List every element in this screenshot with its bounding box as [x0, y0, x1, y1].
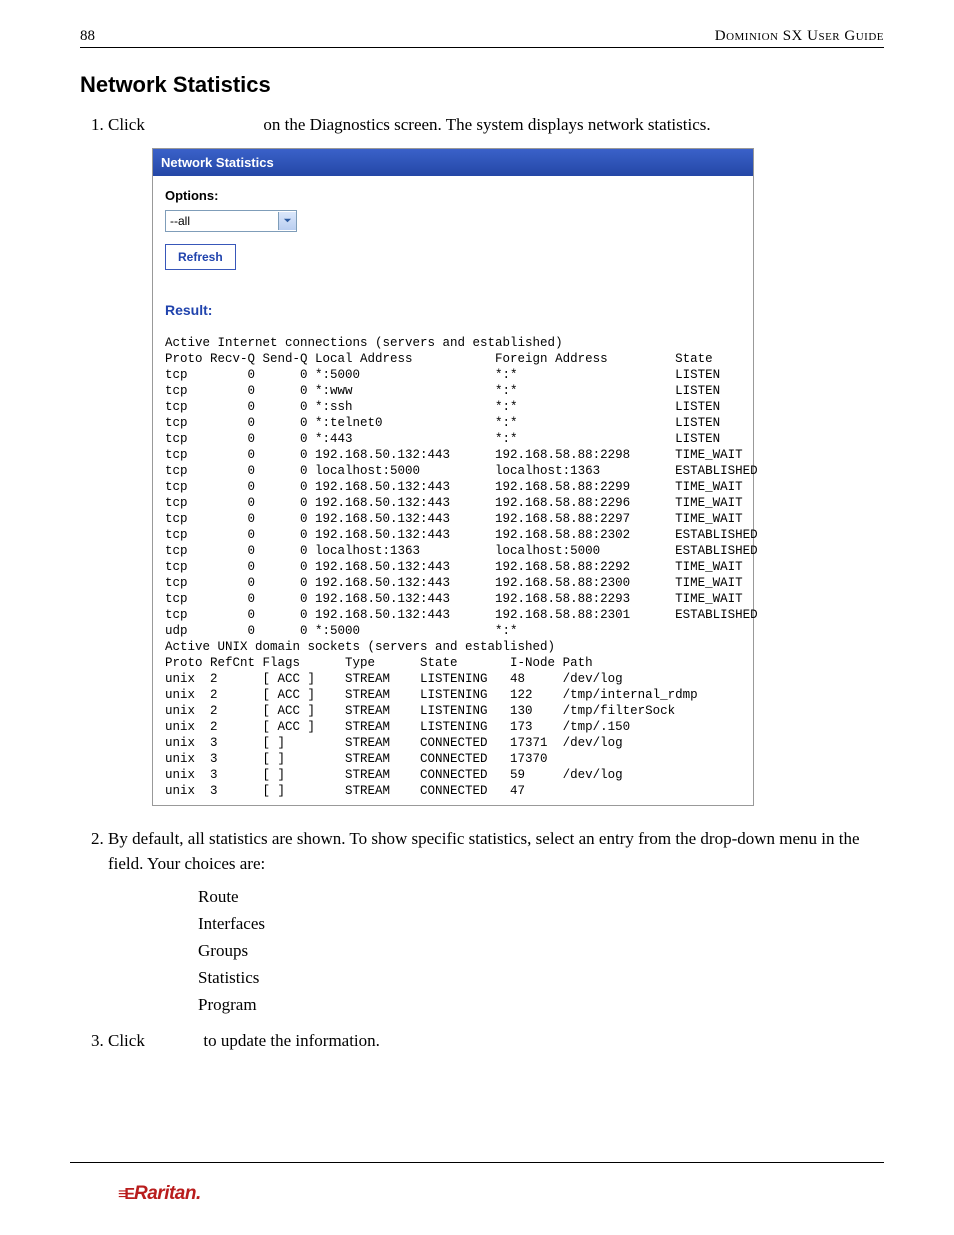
page-header: 88 Dominion SX User Guide	[80, 28, 884, 48]
refresh-button[interactable]: Refresh	[165, 244, 236, 270]
step-3: Click to update the information.	[108, 1028, 884, 1054]
network-statistics-panel: Network Statistics Options: --all Refres…	[152, 148, 754, 806]
step-3-text: to update the information.	[203, 1031, 380, 1050]
section-title: Network Statistics	[80, 72, 884, 98]
panel-title: Network Statistics	[153, 149, 753, 177]
brand-logo: ≡ERaritan.	[118, 1183, 201, 1205]
step-3-click: Click	[108, 1031, 145, 1050]
step-1-text: on the Diagnostics screen. The system di…	[263, 115, 710, 134]
step-1-click: Click	[108, 115, 145, 134]
step-2: By default, all statistics are shown. To…	[108, 826, 884, 1019]
step-2-text-a: By default, all statistics are shown. To…	[108, 829, 860, 848]
brand-name: Raritan.	[134, 1183, 201, 1204]
options-dropdown-value: --all	[166, 212, 278, 230]
options-label: Options:	[165, 186, 741, 206]
choice-item: Route	[198, 883, 884, 910]
chevron-down-icon	[278, 212, 296, 230]
page-number: 88	[80, 28, 95, 45]
options-dropdown[interactable]: --all	[165, 210, 297, 232]
options-choice-list: RouteInterfacesGroupsStatisticsProgram	[198, 883, 884, 1019]
choice-item: Groups	[198, 937, 884, 964]
result-label: Result:	[165, 300, 741, 321]
choice-item: Statistics	[198, 964, 884, 991]
choice-item: Program	[198, 991, 884, 1018]
step-1: Click on the Diagnostics screen. The sys…	[108, 112, 884, 806]
guide-title: Dominion SX User Guide	[715, 28, 884, 45]
netstat-output: Active Internet connections (servers and…	[165, 335, 741, 799]
choice-item: Interfaces	[198, 910, 884, 937]
step-2-text-b: field. Your choices are:	[108, 854, 265, 873]
brand-glyph-icon: ≡E	[118, 1186, 132, 1203]
footer-rule	[70, 1162, 884, 1163]
